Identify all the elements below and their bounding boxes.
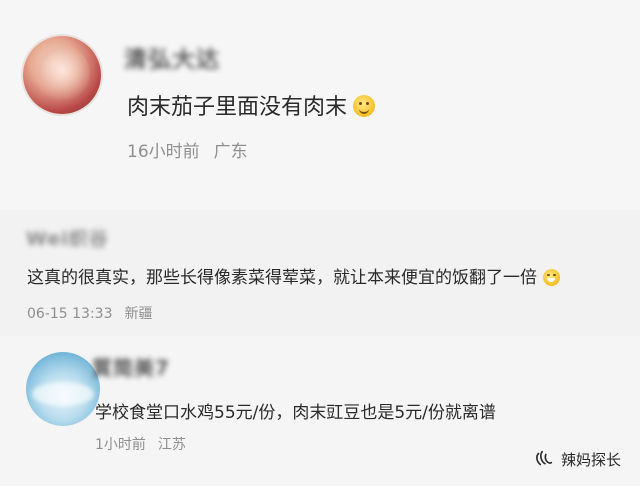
comment-text: 这真的很真实，那些长得像素菜得荤菜，就让本来便宜的饭翻了一倍 — [27, 263, 560, 288]
comment-time: 1小时前 — [95, 437, 146, 453]
comment-location: 广东 — [213, 142, 248, 162]
laughing-tears-emoji-icon — [543, 269, 560, 286]
comment-card-1: 清弘大达 肉末茄子里面没有肉末 16小时前 广东 — [0, 0, 640, 200]
comment-text: 肉末茄子里面没有肉末 — [127, 89, 376, 121]
channel-watermark: 辣妈探长 — [533, 448, 621, 470]
comment-meta: 06-15 13:33 新疆 — [27, 303, 152, 323]
comment-text: 学校食堂口水鸡55元/份，肉末豇豆也是5元/份就离谱 — [95, 398, 496, 423]
username[interactable]: Wei织谷 — [26, 224, 109, 251]
comment-location: 新疆 — [124, 306, 153, 322]
comment-time: 06-15 13:33 — [27, 306, 113, 322]
wechat-channel-icon — [536, 450, 553, 466]
comment-location: 江苏 — [157, 437, 186, 453]
comment-time: 16小时前 — [127, 142, 200, 162]
smile-emoji-icon — [353, 95, 376, 117]
avatar[interactable] — [23, 36, 101, 114]
username[interactable]: 質简美7 — [92, 352, 170, 381]
avatar[interactable] — [26, 352, 100, 426]
comment-meta: 16小时前 广东 — [127, 137, 248, 162]
comment-text-content: 这真的很真实，那些长得像素菜得荤菜，就让本来便宜的饭翻了一倍 — [27, 268, 537, 288]
watermark-label: 辣妈探长 — [560, 450, 621, 469]
comment-text-content: 肉末茄子里面没有肉末 — [127, 95, 348, 120]
comment-meta: 1小时前 江苏 — [95, 434, 186, 454]
username[interactable]: 清弘大达 — [124, 40, 220, 74]
comment-text-content: 学校食堂口水鸡55元/份，肉末豇豆也是5元/份就离谱 — [95, 403, 496, 423]
comment-card-2: Wei织谷 这真的很真实，那些长得像素菜得荤菜，就让本来便宜的饭翻了一倍 06-… — [0, 210, 640, 336]
